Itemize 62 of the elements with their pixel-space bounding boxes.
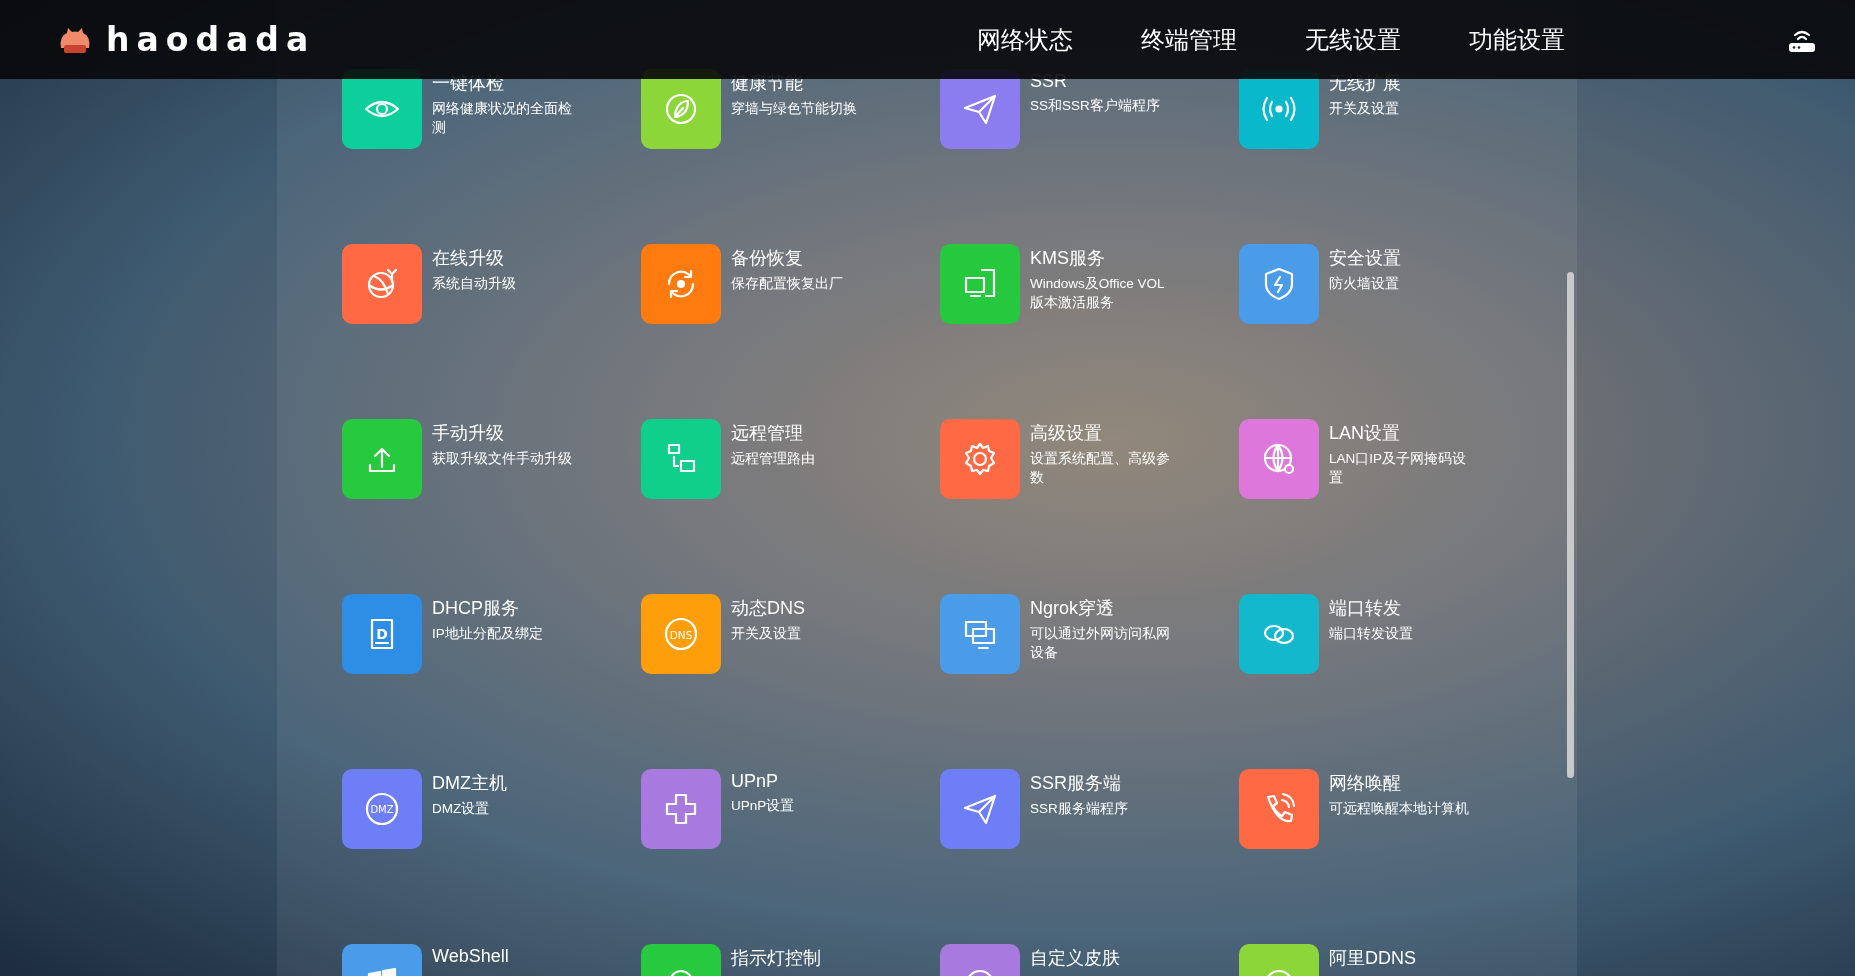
- feature-title: Ngrok穿透: [1030, 597, 1114, 620]
- feature-description: LAN口IP及子网掩码设置: [1329, 450, 1468, 487]
- nav-item[interactable]: 网络状态: [977, 23, 1073, 56]
- feature-description: SS和SSR客户端程序: [1030, 97, 1161, 115]
- feature-title: 网络唤醒: [1329, 772, 1401, 795]
- feature-title: 安全设置: [1329, 247, 1401, 270]
- feature-title: 备份恢复: [731, 247, 803, 270]
- feature-title: DHCP服务: [432, 597, 519, 620]
- scrollbar[interactable]: [1567, 272, 1574, 778]
- feature-description: 可以通过外网访问私网设备: [1030, 625, 1170, 662]
- feature-title: 在线升级: [432, 247, 504, 270]
- feature-title: 一键体检: [432, 72, 504, 95]
- feature-description: UPnP设置: [731, 797, 796, 815]
- upload-icon[interactable]: [342, 419, 422, 499]
- nav-item[interactable]: 无线设置: [1305, 23, 1401, 56]
- feature-title: WebShell: [432, 946, 509, 967]
- feature-title: 端口转发: [1329, 597, 1401, 620]
- feature-title: UPnP: [731, 771, 779, 792]
- screens-icon[interactable]: [940, 594, 1020, 674]
- feature-description: 穿墙与绿色节能切换: [731, 100, 858, 118]
- feature-description: 可远程唤醒本地计算机: [1329, 800, 1469, 818]
- feature-description: 防火墙设置: [1329, 275, 1400, 293]
- network-icon[interactable]: [641, 419, 721, 499]
- feature-description: 开关及设置: [1329, 100, 1400, 118]
- feature-description: 设置系统配置、高级参数: [1030, 450, 1170, 487]
- feature-title: LAN设置: [1329, 422, 1400, 445]
- feature-description: 端口转发设置: [1329, 625, 1414, 643]
- feature-description: 保存配置恢复出厂: [731, 275, 844, 293]
- refresh-icon[interactable]: [641, 244, 721, 324]
- feature-title: 手动升级: [432, 422, 504, 445]
- feature-description: 网络健康状况的全面检测: [432, 100, 572, 137]
- feature-title: 阿里DDNS: [1329, 947, 1416, 970]
- feature-title: KMS服务: [1030, 247, 1105, 270]
- feature-description: 开关及设置: [731, 625, 802, 643]
- nav-item[interactable]: 终端管理: [1141, 23, 1237, 56]
- shield-icon[interactable]: [1239, 244, 1319, 324]
- link-icon[interactable]: [1239, 594, 1319, 674]
- logo-text: haodada: [106, 20, 316, 59]
- feature-description: 远程管理路由: [731, 450, 816, 468]
- feature-title: 健康节能: [731, 72, 803, 95]
- phone-icon[interactable]: [1239, 769, 1319, 849]
- feature-title: SSR服务端: [1030, 772, 1121, 795]
- cat-logo-icon: [58, 25, 92, 54]
- feature-description: 系统自动升级: [432, 275, 517, 293]
- feature-title: 动态DNS: [731, 597, 805, 620]
- feature-title: 自定义皮肤: [1030, 947, 1120, 970]
- feature-description: DMZ设置: [432, 800, 491, 818]
- dmz-icon[interactable]: DMZ: [342, 769, 422, 849]
- globe-icon[interactable]: [1239, 419, 1319, 499]
- feature-title: DMZ主机: [432, 772, 507, 795]
- monitor-icon[interactable]: [940, 244, 1020, 324]
- feature-description: IP地址分配及绑定: [432, 625, 544, 643]
- feature-title: 远程管理: [731, 422, 803, 445]
- feature-description: Windows及Office VOL版本激活服务: [1030, 275, 1166, 312]
- feature-description: 获取升级文件手动升级: [432, 450, 572, 468]
- feature-title: 无线扩展: [1329, 72, 1401, 95]
- feature-title: 高级设置: [1030, 422, 1102, 445]
- cross-icon[interactable]: [641, 769, 721, 849]
- feature-description: SSR服务端程序: [1030, 800, 1129, 818]
- feature-title: 指示灯控制: [731, 947, 821, 970]
- gear-icon[interactable]: [940, 419, 1020, 499]
- nav-item[interactable]: 功能设置: [1469, 23, 1565, 56]
